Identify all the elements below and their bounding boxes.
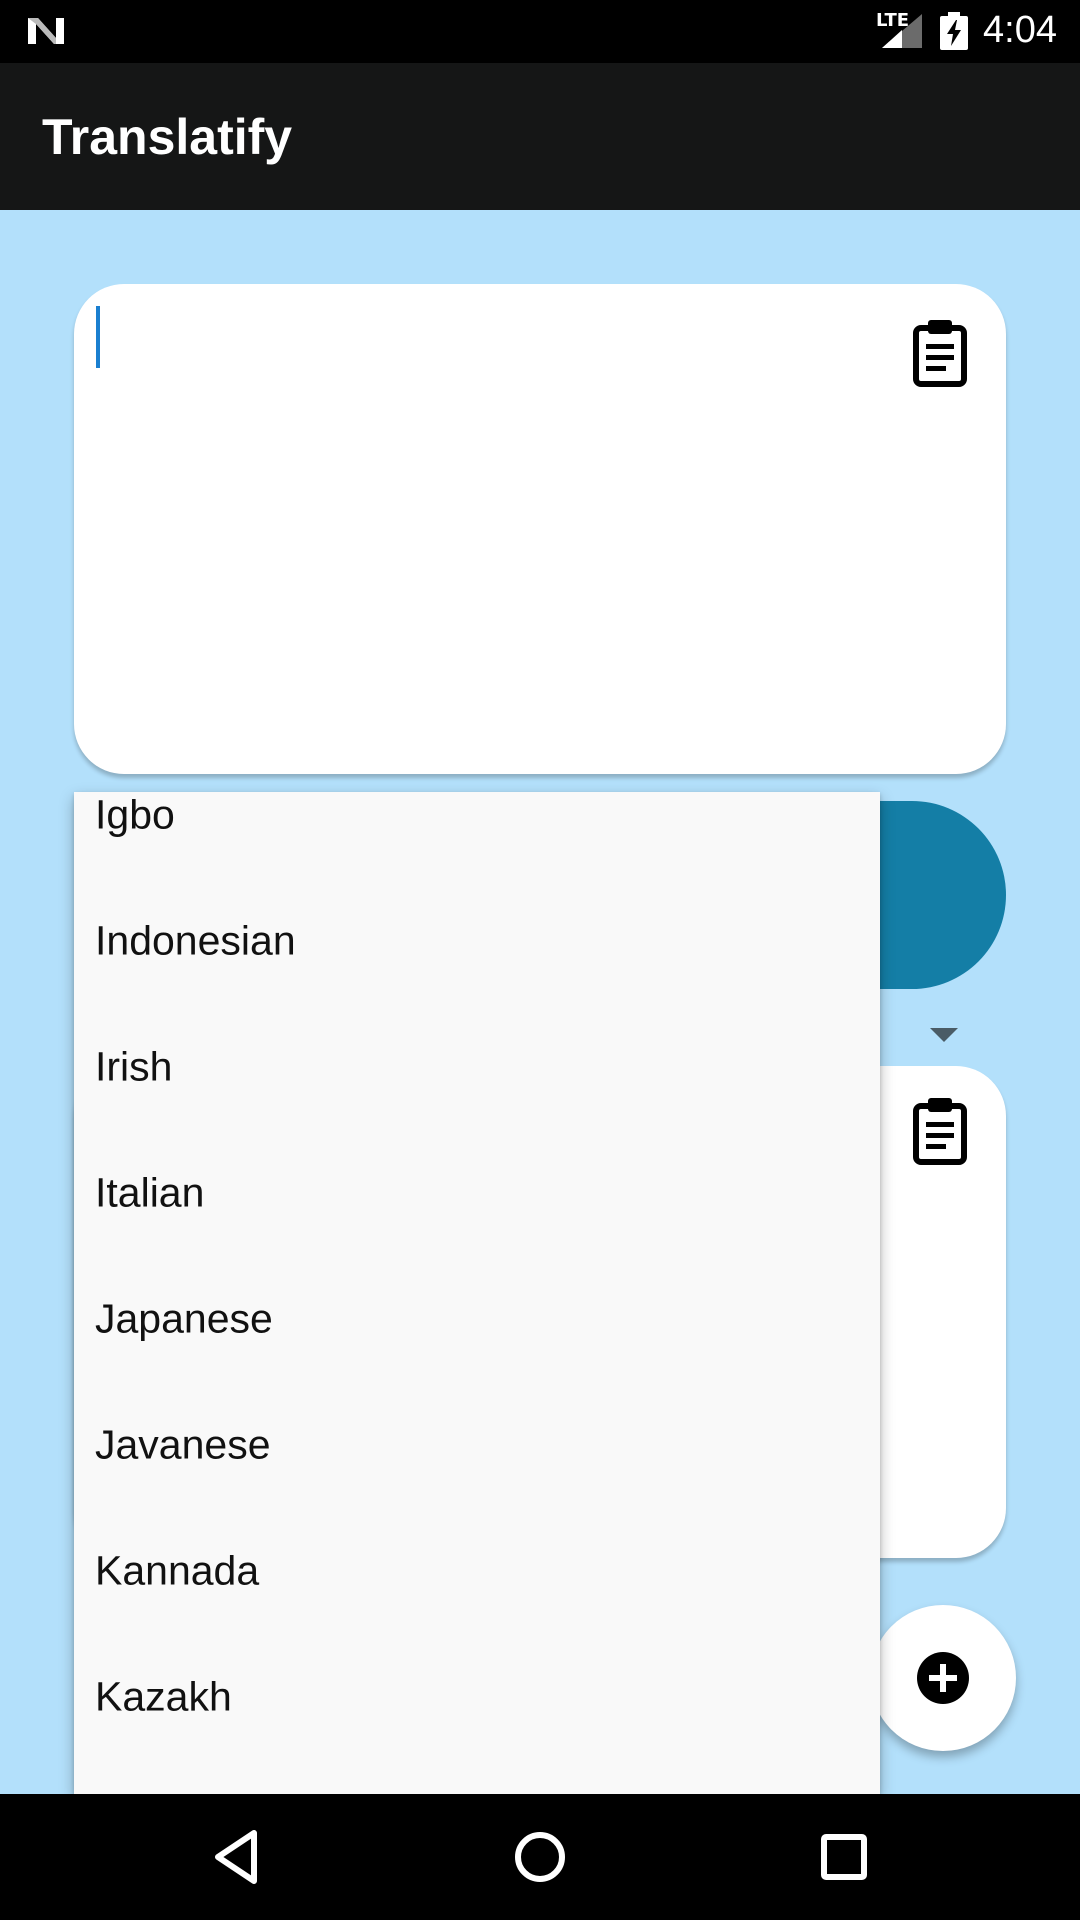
- app-bar: Translatify: [0, 63, 1080, 210]
- android-n-logo-icon: [28, 18, 64, 44]
- dropdown-item[interactable]: Igbo: [74, 792, 880, 878]
- add-button[interactable]: [870, 1605, 1016, 1751]
- dropdown-item-label: Indonesian: [95, 917, 296, 964]
- dropdown-item[interactable]: Kazakh: [74, 1634, 880, 1760]
- dropdown-item[interactable]: Indonesian: [74, 878, 880, 1004]
- clipboard-icon[interactable]: [912, 318, 968, 388]
- back-icon[interactable]: [206, 1827, 266, 1887]
- signal-strength-icon: [882, 14, 922, 48]
- dropdown-item[interactable]: Javanese: [74, 1382, 880, 1508]
- dropdown-item-label: Kazakh: [95, 1673, 232, 1720]
- navigation-bar: [0, 1794, 1080, 1920]
- dropdown-item[interactable]: Kannada: [74, 1508, 880, 1634]
- status-time: 4:04: [983, 9, 1057, 51]
- dropdown-item-label: Igbo: [95, 792, 175, 838]
- dropdown-item[interactable]: Irish: [74, 1004, 880, 1130]
- chevron-down-icon[interactable]: [930, 1028, 958, 1042]
- text-cursor: [96, 306, 100, 368]
- dropdown-item-label: Japanese: [95, 1295, 273, 1342]
- recents-icon[interactable]: [814, 1827, 874, 1887]
- source-text-input[interactable]: [74, 284, 1006, 774]
- dropdown-item[interactable]: Italian: [74, 1130, 880, 1256]
- dropdown-item[interactable]: Japanese: [74, 1256, 880, 1382]
- dropdown-item-label: Italian: [95, 1169, 205, 1216]
- clipboard-icon[interactable]: [912, 1096, 968, 1166]
- dropdown-item-label: Irish: [95, 1043, 173, 1090]
- dropdown-item-label: Kannada: [95, 1547, 260, 1594]
- app-title: Translatify: [42, 109, 293, 165]
- add-circle-icon: [917, 1652, 969, 1704]
- language-dropdown-list[interactable]: Igbo Indonesian Irish Italian Japanese J…: [74, 792, 880, 1794]
- status-bar: LTE 4:04: [0, 0, 1080, 63]
- dropdown-item-label: Javanese: [95, 1421, 271, 1468]
- battery-charging-icon: [940, 12, 968, 50]
- home-icon[interactable]: [510, 1827, 570, 1887]
